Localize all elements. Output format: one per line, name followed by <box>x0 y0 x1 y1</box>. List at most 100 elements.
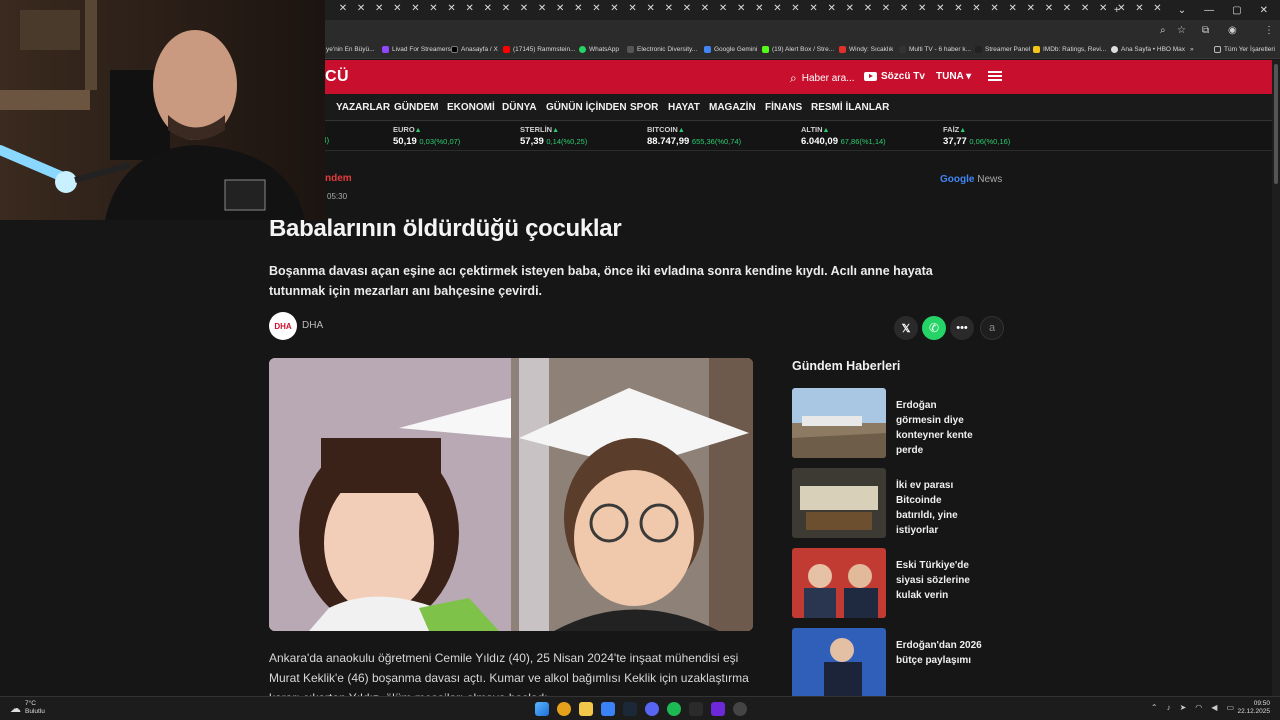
share-x-button[interactable]: 𝕏 <box>894 316 918 340</box>
maximize-icon[interactable]: ▢ <box>1232 5 1241 16</box>
tab-close-icon[interactable]: ✕ <box>627 3 639 14</box>
google-news-link[interactable]: Google News <box>940 174 1002 185</box>
tab-close-icon[interactable]: ✕ <box>446 3 458 14</box>
menu-icon[interactable]: ⋮ <box>1264 25 1274 36</box>
tab-close-icon[interactable]: ✕ <box>337 3 349 14</box>
tab-close-icon[interactable]: ✕ <box>663 3 675 14</box>
tab-close-icon[interactable]: ✕ <box>536 3 548 14</box>
tab-close-icon[interactable]: ✕ <box>699 3 711 14</box>
system-tray[interactable]: ⌃ ♪ ➤ ◠ ◀ ▭ <box>1151 703 1234 712</box>
tab-close-icon[interactable]: ✕ <box>790 3 802 14</box>
bookmarks-overflow[interactable]: » <box>1190 46 1194 53</box>
nav-item-gunun-icinden[interactable]: GÜNÜN İÇİNDEN <box>546 102 627 113</box>
bookmark-item[interactable]: WhatsApp <box>579 46 619 53</box>
sozcu-tv-link[interactable]: Sözcü Tv <box>864 71 925 82</box>
nav-item-dunya[interactable]: DÜNYA <box>502 102 537 113</box>
tab-close-icon[interactable]: ✕ <box>1025 3 1037 14</box>
extensions-icon[interactable]: ⧉ <box>1202 25 1209 36</box>
nav-item-magazin[interactable]: MAGAZİN <box>709 102 756 113</box>
bookmark-item[interactable]: Anasayfa / X <box>451 46 498 53</box>
zoom-icon[interactable]: ⌕ <box>1160 25 1166 36</box>
steam-icon[interactable] <box>623 702 637 716</box>
ticker-item-faiz[interactable]: FAİZ▲ 37,77 0,06(%0,16) <box>943 125 1010 147</box>
battery-icon[interactable]: ▭ <box>1226 703 1234 712</box>
app-icon[interactable] <box>733 702 747 716</box>
tab-close-icon[interactable]: ✕ <box>880 3 892 14</box>
profile-icon[interactable]: ◉ <box>1228 25 1237 36</box>
tab-close-icon[interactable]: ✕ <box>609 3 621 14</box>
tab-close-icon[interactable]: ✕ <box>753 3 765 14</box>
news-card[interactable]: Erdoğan görmesin diye konteyner kente pe… <box>792 388 980 458</box>
tab-close-icon[interactable]: ✕ <box>500 3 512 14</box>
app-icon[interactable] <box>711 702 725 716</box>
tab-close-icon[interactable]: ✕ <box>518 3 530 14</box>
tab-close-icon[interactable]: ✕ <box>735 3 747 14</box>
nav-item-resmi-ilanlar[interactable]: RESMİ İLANLAR <box>811 102 889 113</box>
nav-item-hayat[interactable]: HAYAT <box>668 102 700 113</box>
nav-item-ekonomi[interactable]: EKONOMİ <box>447 102 495 113</box>
tab-close-icon[interactable]: ✕ <box>862 3 874 14</box>
nav-item-finans[interactable]: FİNANS <box>765 102 802 113</box>
tab-close-icon[interactable]: ✕ <box>952 3 964 14</box>
tab-close-icon[interactable]: ✕ <box>590 3 602 14</box>
bookmark-item[interactable]: Google Gemini <box>704 46 757 53</box>
minimize-icon[interactable]: — <box>1204 5 1214 16</box>
clock[interactable]: 09:50 22.12.2025 <box>1237 700 1270 716</box>
user-menu[interactable]: TUNA ▾ <box>936 71 971 82</box>
close-window-icon[interactable]: ✕ <box>1260 5 1268 16</box>
tab-close-icon[interactable]: ✕ <box>1079 3 1091 14</box>
tab-close-icon[interactable]: ✕ <box>409 3 421 14</box>
news-card[interactable]: İki ev parası Bitcoinde batırıldı, yine … <box>792 468 980 538</box>
ticker-item-euro[interactable]: EURO▲ 50,19 0,03(%0,07) <box>393 125 460 147</box>
discord-icon[interactable] <box>645 702 659 716</box>
location-icon[interactable]: ➤ <box>1180 703 1187 712</box>
tab-close-icon[interactable]: ✕ <box>771 3 783 14</box>
search-button[interactable]: ⌕ Haber ara... <box>790 71 855 86</box>
tab-close-icon[interactable]: ✕ <box>1097 3 1109 14</box>
all-bookmarks[interactable]: Tüm Yer İşaretleri <box>1214 46 1275 53</box>
tab-close-icon[interactable]: ✕ <box>916 3 928 14</box>
tab-close-icon[interactable]: ✕ <box>428 3 440 14</box>
spotify-icon[interactable] <box>667 702 681 716</box>
tab-close-icon[interactable]: ✕ <box>464 3 476 14</box>
bookmark-item[interactable]: Electronic Diversity... <box>627 46 697 53</box>
tab-close-icon[interactable]: ✕ <box>554 3 566 14</box>
chevron-up-icon[interactable]: ⌃ <box>1151 703 1158 712</box>
file-explorer-icon[interactable] <box>579 702 593 716</box>
bookmark-item[interactable]: IMDb: Ratings, Revi... <box>1033 46 1106 53</box>
epic-games-icon[interactable] <box>689 702 703 716</box>
tab-close-icon[interactable]: ✕ <box>1043 3 1055 14</box>
nav-item-spor[interactable]: SPOR <box>630 102 658 113</box>
mic-icon[interactable]: ♪ <box>1167 703 1171 712</box>
tab-close-icon[interactable]: ✕ <box>826 3 838 14</box>
tab-close-icon[interactable]: ✕ <box>645 3 657 14</box>
chrome-icon[interactable] <box>557 702 571 716</box>
wifi-icon[interactable]: ◠ <box>1195 703 1202 712</box>
ticker-item-altin[interactable]: ALTIN▲ 6.040,09 67,86(%1,14) <box>801 125 886 147</box>
bookmark-item[interactable]: (19) Alert Box / Stre... <box>762 46 834 53</box>
star-icon[interactable]: ☆ <box>1177 25 1186 36</box>
tab-close-icon[interactable]: ✕ <box>1007 3 1019 14</box>
more-share-button[interactable]: ••• <box>950 316 974 340</box>
new-tab-icon[interactable]: + <box>1114 5 1120 16</box>
bookmark-item[interactable]: Windy: Sıcaklık <box>839 46 893 53</box>
app-icon[interactable] <box>601 702 615 716</box>
news-card[interactable]: Erdoğan'dan 2026 bütçe paylaşımı <box>792 628 982 698</box>
bookmark-item[interactable]: Livad For Streamers <box>382 46 451 53</box>
tab-search-icon[interactable]: ⌄ <box>1178 5 1186 16</box>
bookmark-item[interactable]: (17145) Rammstein... <box>503 46 576 53</box>
tab-close-icon[interactable]: ✕ <box>989 3 1001 14</box>
ticker-item-bitcoin[interactable]: BITCOIN▲ 88.747,99 655,36(%0,74) <box>647 125 741 147</box>
tab-close-icon[interactable]: ✕ <box>681 3 693 14</box>
volume-icon[interactable]: ◀ <box>1211 703 1217 712</box>
ticker-item-sterlin[interactable]: STERLİN▲ 57,39 0,14(%0,25) <box>520 125 587 147</box>
tab-close-icon[interactable]: ✕ <box>355 3 367 14</box>
tab-close-icon[interactable]: ✕ <box>717 3 729 14</box>
nav-item-gundem[interactable]: GÜNDEM <box>394 102 438 113</box>
hamburger-menu-icon[interactable] <box>988 71 1002 81</box>
bookmark-item[interactable]: Ana Sayfa • HBO Max <box>1111 46 1185 53</box>
tab-close-icon[interactable]: ✕ <box>934 3 946 14</box>
tab-close-icon[interactable]: ✕ <box>808 3 820 14</box>
nav-item-yazarlar[interactable]: YAZARLAR <box>336 102 390 113</box>
news-card[interactable]: Eski Türkiye'de siyasi sözlerine kulak v… <box>792 548 980 618</box>
